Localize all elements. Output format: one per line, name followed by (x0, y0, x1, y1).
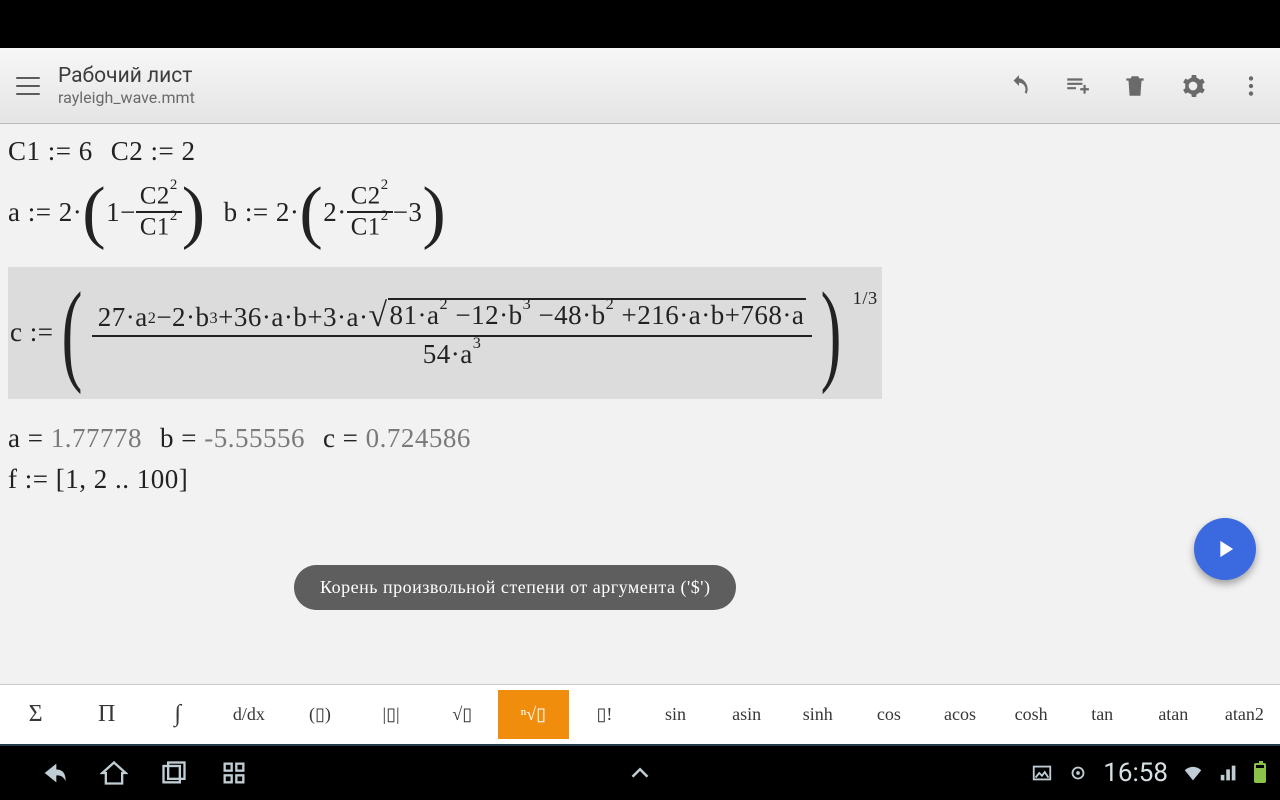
symbol-acos[interactable]: acos (924, 690, 995, 739)
symbol-parentheses[interactable]: (▯) (284, 690, 355, 739)
symbol-integral[interactable]: ∫ (142, 687, 213, 742)
battery-status-icon (1254, 763, 1266, 783)
power-one-third: 1/3 (853, 288, 878, 309)
row-constants[interactable]: C1 := 6 C2 := 2 (8, 136, 1272, 167)
row-f[interactable]: f := [1, 2 .. 100] (8, 464, 1272, 495)
symbol-sin[interactable]: sin (640, 690, 711, 739)
symbol-product[interactable]: Π (71, 687, 142, 742)
undo-icon[interactable] (1006, 73, 1032, 99)
symbol-cos[interactable]: cos (853, 690, 924, 739)
tooltip: Корень произвольной степени от аргумента… (294, 565, 736, 610)
header-subtitle: rayleigh_wave.mmt (58, 88, 988, 107)
symbol-sum[interactable]: Σ (0, 687, 71, 742)
worksheet-area[interactable]: C1 := 6 C2 := 2 a := 2· ( 1− C22 C12 ) b… (0, 124, 1280, 684)
big-left-paren-icon: ( (62, 276, 83, 389)
symbol-toolbar: ΣΠ∫d/dx(▯)|▯|√▯ⁿ√▯▯!sinasinsinhcosacosco… (0, 684, 1280, 744)
a-assignment: a := 2· ( 1− C22 C12 ) (8, 177, 206, 247)
play-icon (1211, 535, 1239, 563)
screenshot-nav-icon[interactable] (220, 759, 248, 787)
c2-assign: C2 := 2 (111, 136, 196, 167)
app-header: Рабочий лист rayleigh_wave.mmt (0, 48, 1280, 124)
big-right-paren-icon: ) (821, 276, 842, 389)
signal-status-icon (1218, 762, 1240, 784)
symbol-absolute[interactable]: |▯| (356, 690, 427, 739)
picture-status-icon (1031, 762, 1053, 784)
row-c-selected[interactable]: c := ( 27·a2 −2·b3 +36·a·b+3·a· √ 81·a2 … (8, 267, 882, 398)
symbol-atan2[interactable]: atan2 (1209, 690, 1280, 739)
back-nav-icon[interactable] (40, 759, 68, 787)
status-clock: 16:58 (1103, 758, 1168, 788)
symbol-tan[interactable]: tan (1067, 690, 1138, 739)
symbol-sqrt[interactable]: √▯ (427, 690, 498, 739)
symbol-sinh[interactable]: sinh (782, 690, 853, 739)
menu-icon[interactable] (16, 77, 40, 95)
home-nav-icon[interactable] (100, 759, 128, 787)
title-block: Рабочий лист rayleigh_wave.mmt (58, 64, 988, 107)
symbol-asin[interactable]: asin (711, 690, 782, 739)
header-title: Рабочий лист (58, 64, 988, 88)
expand-nav-icon[interactable] (625, 758, 655, 788)
sync-status-icon (1067, 762, 1089, 784)
symbol-nth-root[interactable]: ⁿ√▯ (498, 690, 569, 739)
wifi-status-icon (1182, 762, 1204, 784)
add-row-icon[interactable] (1064, 73, 1090, 99)
overflow-icon[interactable] (1238, 73, 1264, 99)
row-results[interactable]: a = 1.77778 b = -5.55556 c = 0.724586 (8, 423, 1272, 454)
symbol-factorial[interactable]: ▯! (569, 690, 640, 739)
c1-assign: C1 := 6 (8, 136, 93, 167)
delete-icon[interactable] (1122, 73, 1148, 99)
row-ab[interactable]: a := 2· ( 1− C22 C12 ) b := 2· ( 2· C22 … (8, 177, 1272, 247)
system-navbar: 16:58 (0, 744, 1280, 800)
right-paren-icon: ) (182, 177, 206, 247)
symbol-derivative[interactable]: d/dx (213, 690, 284, 739)
sqrt-icon: √ (369, 297, 388, 335)
left-paren-icon: ( (82, 177, 106, 247)
symbol-atan[interactable]: atan (1138, 690, 1209, 739)
b-assignment: b := 2· ( 2· C22 C12 −3 ) (224, 177, 447, 247)
symbol-cosh[interactable]: cosh (996, 690, 1067, 739)
recent-nav-icon[interactable] (160, 759, 188, 787)
run-button[interactable] (1194, 518, 1256, 580)
settings-icon[interactable] (1180, 73, 1206, 99)
